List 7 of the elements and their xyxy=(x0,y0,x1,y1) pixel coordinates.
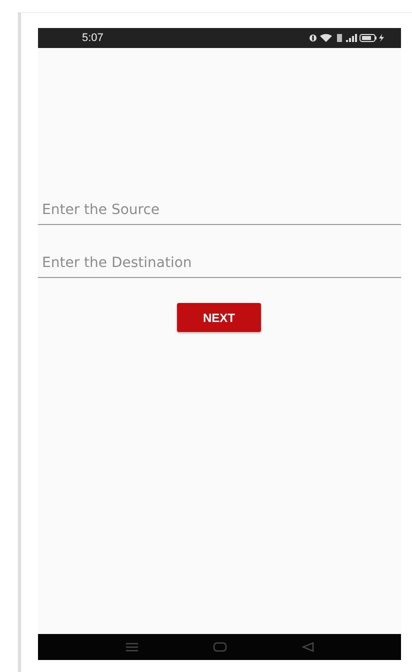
back-icon[interactable] xyxy=(302,642,314,652)
clock-time: 5:07 xyxy=(82,32,104,44)
text-field[interactable]: Enter the Source xyxy=(38,196,401,225)
next-button[interactable]: NEXT xyxy=(177,303,261,332)
text-field[interactable]: Enter the Destination xyxy=(38,249,401,278)
menu-icon[interactable] xyxy=(126,642,138,652)
home-icon[interactable] xyxy=(212,642,226,652)
